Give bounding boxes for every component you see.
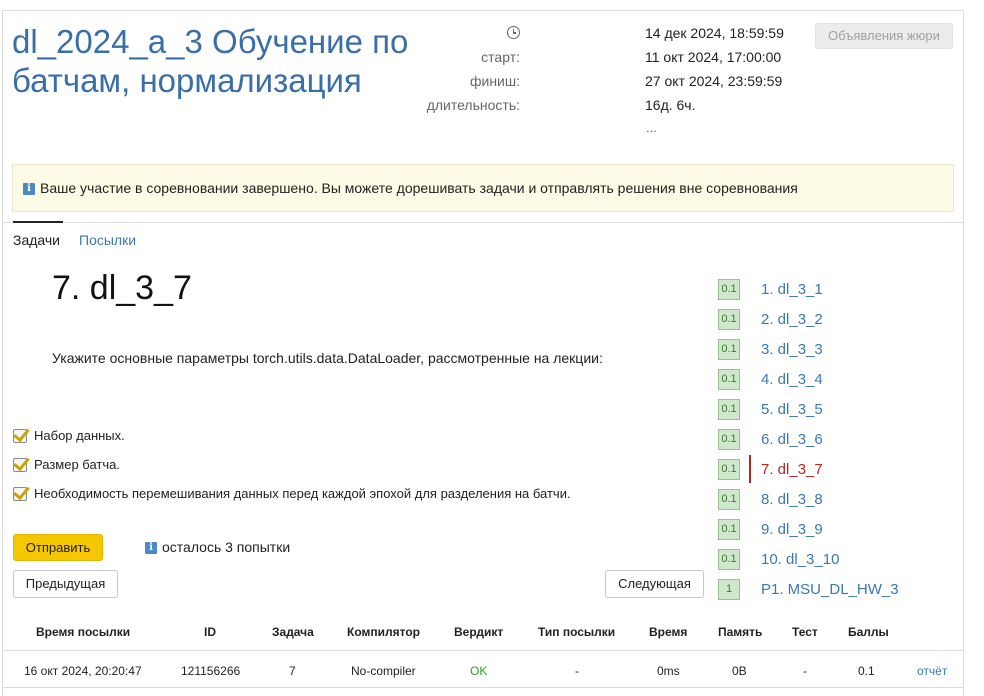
cell-verdict: OK [470,664,488,678]
task-item[interactable]: 0.1 6. dl_3_6 [718,429,948,451]
task-link[interactable]: P1. MSU_DL_HW_3 [761,580,899,600]
table-divider [3,650,963,651]
cell-score: 0.1 [858,664,875,678]
score-badge: 0.1 [718,429,740,450]
col-header-time: Время посылки [36,625,131,639]
score-badge: 1 [718,579,740,600]
active-task-marker [749,455,751,483]
option-label: Набор данных. [34,428,125,443]
cell-test: - [803,664,807,678]
score-badge: 0.1 [718,519,740,540]
col-header-runtime: Время [649,625,688,639]
duration-value: 16д. 6ч. [645,97,696,113]
cell-task: 7 [289,664,296,678]
task-link[interactable]: 3. dl_3_3 [761,340,823,360]
participation-notice: i Ваше участие в соревновании завершено. … [12,164,954,212]
start-label: старт: [481,49,520,65]
checkbox-checked[interactable] [13,458,27,472]
score-badge: 0.1 [718,489,740,510]
finish-label: финиш: [469,73,520,89]
task-item[interactable]: 1 P1. MSU_DL_HW_3 [718,579,948,601]
checkbox-checked[interactable] [13,487,27,501]
start-time: 11 окт 2024, 17:00:00 [645,49,782,65]
next-button[interactable]: Следующая [605,570,704,598]
task-link[interactable]: 10. dl_3_10 [761,550,839,570]
cell-compiler: No-compiler [351,664,416,678]
task-item[interactable]: 0.1 5. dl_3_5 [718,399,948,421]
cell-type: - [575,664,579,678]
score-badge: 0.1 [718,399,740,420]
col-header-type: Тип посылки [538,625,616,639]
attempts-remaining: i осталось 3 попытки [145,538,290,556]
task-link[interactable]: 5. dl_3_5 [761,400,823,420]
option-label: Необходимость перемешивания данных перед… [34,486,571,501]
task-item-active[interactable]: 0.1 7. dl_3_7 [718,455,948,483]
col-header-score: Баллы [848,625,889,639]
score-badge: 0.1 [718,309,740,330]
task-item[interactable]: 0.1 8. dl_3_8 [718,489,948,511]
task-item[interactable]: 0.1 1. dl_3_1 [718,279,948,301]
report-link[interactable]: отчёт [917,664,947,678]
task-link[interactable]: 6. dl_3_6 [761,430,823,450]
previous-button[interactable]: Предыдущая [13,570,118,598]
info-icon: i [23,183,35,196]
active-tab-indicator [13,221,63,223]
notice-text: Ваше участие в соревновании завершено. В… [40,180,798,196]
score-badge: 0.1 [718,339,740,360]
col-header-memory: Память [718,625,763,639]
tab-submissions[interactable]: Посылки [79,231,136,249]
task-link[interactable]: 8. dl_3_8 [761,490,823,510]
task-link[interactable]: 9. dl_3_9 [761,520,823,540]
submit-button[interactable]: Отправить [13,534,103,561]
task-item[interactable]: 0.1 3. dl_3_3 [718,339,948,361]
jury-announcements-button[interactable]: Объявления жюри [815,23,953,49]
option-label: Размер батча. [34,457,120,472]
problem-statement: Укажите основные параметры torch.utils.d… [52,350,603,366]
cell-memory: 0B [732,664,747,678]
problem-title: 7. dl_3_7 [52,269,192,307]
duration-label: длительность: [426,97,520,113]
task-link[interactable]: 4. dl_3_4 [761,370,823,390]
current-time: 14 дек 2024, 18:59:59 [645,25,784,41]
finish-time: 27 окт 2024, 23:59:59 [645,73,783,89]
score-badge: 0.1 [718,369,740,390]
task-item[interactable]: 0.1 2. dl_3_2 [718,309,948,331]
score-badge: 0.1 [718,549,740,570]
cell-runtime: 0ms [657,664,680,678]
col-header-test: Тест [792,625,818,639]
info-icon: i [145,542,157,555]
task-link[interactable]: 7. dl_3_7 [761,460,823,480]
task-link[interactable]: 2. dl_3_2 [761,310,823,330]
attempts-text: осталось 3 попытки [162,539,291,555]
tabs-divider [3,222,963,223]
tab-tasks[interactable]: Задачи [13,231,60,249]
clock-icon [507,26,520,39]
checkbox-checked[interactable] [13,429,27,443]
meta-more-toggle[interactable]: ... [646,120,657,135]
col-header-id: ID [204,625,216,639]
cell-time: 16 окт 2024, 20:20:47 [24,664,142,678]
cell-id: 121156266 [181,664,241,678]
task-item[interactable]: 0.1 4. dl_3_4 [718,369,948,391]
score-badge: 0.1 [718,459,740,480]
task-link[interactable]: 1. dl_3_1 [761,280,823,300]
task-item[interactable]: 0.1 10. dl_3_10 [718,549,948,571]
score-badge: 0.1 [718,279,740,300]
col-header-task: Задача [272,625,314,639]
col-header-compiler: Компилятор [347,625,421,639]
col-header-verdict: Вердикт [454,625,504,639]
task-item[interactable]: 0.1 9. dl_3_9 [718,519,948,541]
table-divider [3,687,963,688]
